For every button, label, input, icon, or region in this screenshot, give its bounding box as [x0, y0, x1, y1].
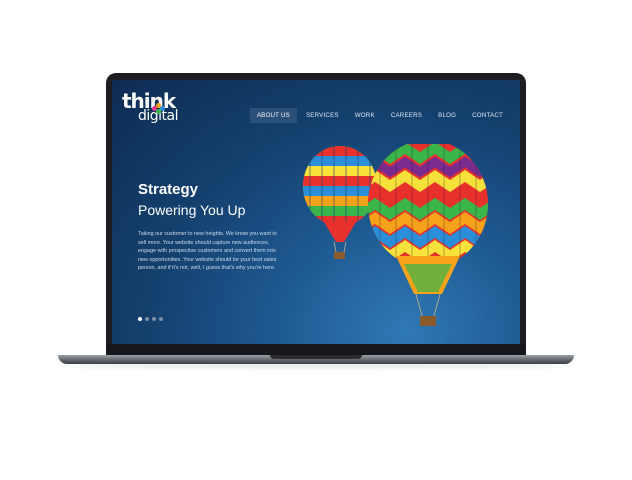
pager-dot[interactable]: [138, 317, 142, 321]
nav-item-careers[interactable]: CAREERS: [384, 108, 429, 123]
laptop-shadow: [70, 364, 562, 368]
nav-item-about-us[interactable]: ABOUT US: [249, 108, 297, 123]
hero-balloons-image: [303, 144, 488, 326]
pager-dot[interactable]: [145, 317, 149, 321]
laptop-notch: [270, 355, 362, 359]
pager-dot[interactable]: [159, 317, 163, 321]
nav-item-services[interactable]: SERVICES: [299, 108, 346, 123]
hero-title: Strategy: [138, 181, 199, 198]
hero-body-line: engage with prospective customers and co…: [138, 248, 276, 255]
hero-subtitle: Powering You Up: [138, 202, 246, 218]
laptop-screen: think digital ABOUT US SERVICES WORK CAR…: [112, 80, 520, 344]
hero-body-text: Taking our customer to new heights. We k…: [138, 230, 296, 273]
nav-item-contact[interactable]: CONTACT: [465, 108, 510, 123]
hero-body-line: Taking our customer to new heights. We k…: [138, 231, 277, 237]
main-nav: ABOUT US SERVICES WORK CAREERS BLOG CONT…: [249, 108, 510, 123]
hero-body-line: person, and if it's not, well, I guess t…: [138, 265, 276, 272]
hero-body-line: sell more. Your website should capture n…: [138, 239, 270, 246]
brand-logo[interactable]: think digital: [122, 91, 179, 123]
nav-item-work[interactable]: WORK: [348, 108, 382, 123]
pager-dot[interactable]: [152, 317, 156, 321]
logo-dots-icon: [152, 103, 166, 115]
hero-body-line: new opportunities. Your website should b…: [138, 256, 277, 263]
slider-pager: [138, 317, 163, 321]
nav-item-blog[interactable]: BLOG: [431, 108, 463, 123]
